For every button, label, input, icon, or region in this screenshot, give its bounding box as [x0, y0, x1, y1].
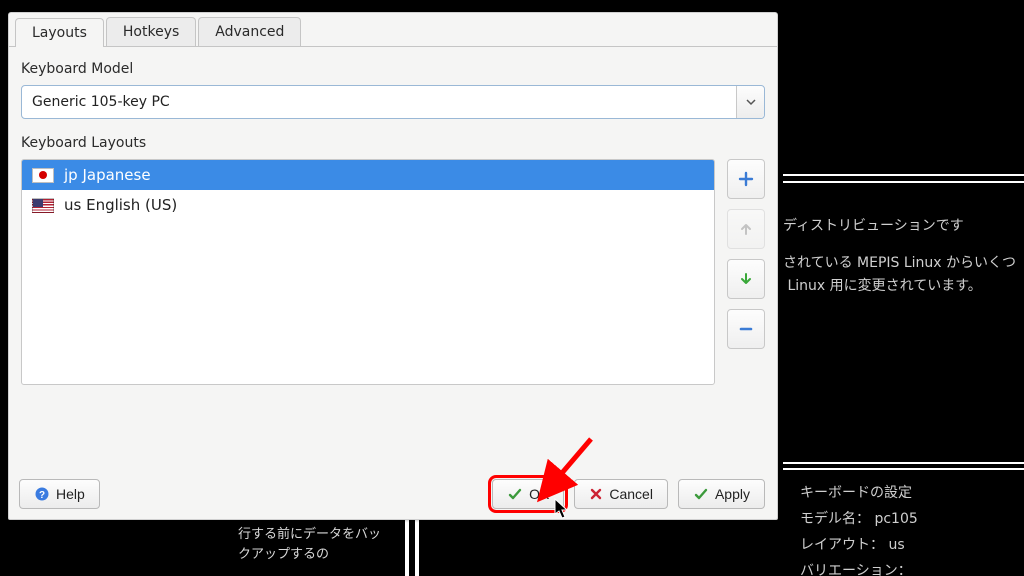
keyboard-settings-dialog: Layouts Hotkeys Advanced Keyboard Model … [8, 12, 778, 520]
apply-button[interactable]: Apply [678, 479, 765, 509]
bg-text-line: Linux 用に変更されています。 [783, 275, 1023, 297]
move-up-button [727, 209, 765, 249]
add-layout-button[interactable] [727, 159, 765, 199]
arrow-up-icon [738, 221, 754, 237]
bg-kb-header: キーボードの設定 [800, 482, 912, 502]
bg-text-line: ディストリビューションです [783, 215, 1023, 237]
keyboard-model-label: Keyboard Model [21, 61, 765, 77]
bg-kb-layout: レイアウト： us [800, 534, 905, 554]
layout-item-jp[interactable]: jp Japanese [22, 160, 714, 190]
combo-dropdown-button[interactable] [736, 86, 764, 118]
ok-button-label: OK [529, 486, 549, 502]
keyboard-layouts-label: Keyboard Layouts [21, 135, 765, 151]
cancel-button[interactable]: Cancel [574, 479, 668, 509]
dialog-button-row: ? Help OK Cancel Apply [19, 479, 765, 509]
bg-text-line: されている MEPIS Linux からいくつ [783, 252, 1023, 274]
arrow-down-icon [738, 271, 754, 287]
tab-bar: Layouts Hotkeys Advanced [9, 13, 777, 47]
help-icon: ? [34, 486, 50, 502]
cancel-button-label: Cancel [609, 486, 653, 502]
chevron-down-icon [746, 97, 756, 107]
layout-item-label: us English (US) [64, 196, 177, 214]
mouse-cursor [554, 498, 570, 524]
layout-side-buttons [727, 159, 765, 385]
layout-item-us[interactable]: us English (US) [22, 190, 714, 220]
remove-layout-button[interactable] [727, 309, 765, 349]
tab-layouts[interactable]: Layouts [15, 18, 104, 47]
tab-hotkeys[interactable]: Hotkeys [106, 17, 196, 46]
svg-text:?: ? [39, 490, 45, 501]
check-icon [507, 486, 523, 502]
plus-icon [738, 171, 754, 187]
tab-panel-layouts: Keyboard Model Generic 105-key PC Keyboa… [9, 47, 777, 395]
help-button-label: Help [56, 486, 85, 502]
cancel-icon [589, 487, 603, 501]
layouts-listbox[interactable]: jp Japanese us English (US) [21, 159, 715, 385]
bg-kb-variant: バリエーション： [800, 560, 912, 576]
bg-kb-model: モデル名： pc105 [800, 508, 918, 528]
layout-item-label: jp Japanese [64, 166, 151, 184]
flag-us-icon [32, 198, 54, 213]
apply-button-label: Apply [715, 486, 750, 502]
keyboard-model-value: Generic 105-key PC [22, 94, 736, 110]
flag-jp-icon [32, 168, 54, 183]
move-down-button[interactable] [727, 259, 765, 299]
minus-icon [738, 321, 754, 337]
apply-icon [693, 486, 709, 502]
bg-fragment-text: 行する前にデータをバックアップするの [230, 523, 400, 566]
tab-advanced[interactable]: Advanced [198, 17, 301, 46]
help-button[interactable]: ? Help [19, 479, 100, 509]
keyboard-model-combo[interactable]: Generic 105-key PC [21, 85, 765, 119]
